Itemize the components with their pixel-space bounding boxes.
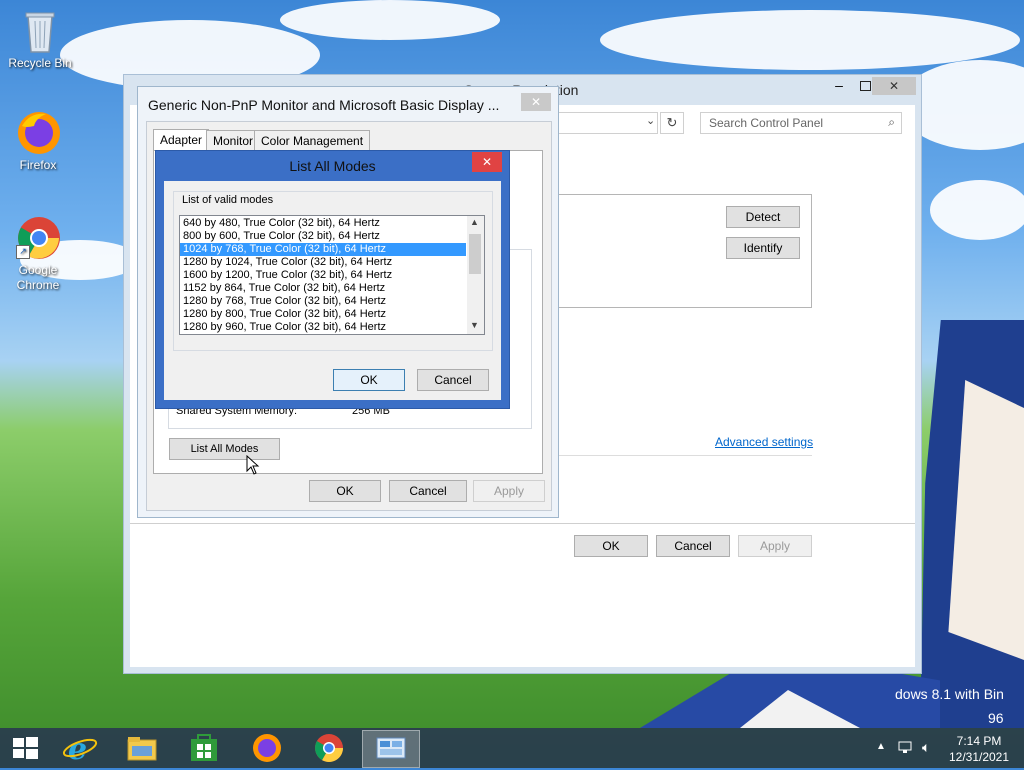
close-button[interactable]: ✕ [872,77,916,95]
svg-text:e: e [68,732,87,764]
desktop-icon-label: Firefox [19,158,57,172]
scroll-down-icon[interactable]: ▼ [470,320,479,330]
list-item[interactable]: 1280 by 768, True Color (32 bit), 64 Her… [180,295,466,308]
firefox-icon[interactable] [245,732,289,764]
search-input[interactable]: Search Control Panel ⌕ [700,112,902,134]
watermark-line2: 96 [988,710,1004,726]
list-item[interactable]: 1280 by 800, True Color (32 bit), 64 Her… [180,308,466,321]
watermark-line1: dows 8.1 with Bin [895,686,1004,702]
internet-explorer-icon[interactable]: e [58,732,102,767]
desktop-icon-recycle-bin[interactable]: Recycle Bin [2,8,78,70]
list-item[interactable]: 1600 by 1200, True Color (32 bit), 64 He… [180,269,466,282]
cancel-button[interactable]: Cancel [389,480,467,502]
detect-button[interactable]: Detect [726,206,800,228]
list-item[interactable]: 640 by 480, True Color (32 bit), 64 Hert… [180,217,466,230]
identify-button[interactable]: Identify [726,237,800,259]
chevron-down-icon[interactable]: ⌄ [646,114,655,127]
file-explorer-icon[interactable] [120,732,164,764]
divider [550,455,812,456]
desktop-icon-label: Recycle Bin [8,56,72,70]
apply-button[interactable]: Apply [473,480,545,502]
search-placeholder: Search Control Panel [709,116,824,130]
valid-modes-label: List of valid modes [180,194,276,206]
dialog-body: List of valid modes 640 by 480, True Col… [164,181,501,400]
ok-button[interactable]: OK [574,535,648,557]
control-panel-icon[interactable] [362,730,420,768]
list-item[interactable]: 1152 by 864, True Color (32 bit), 64 Her… [180,282,466,295]
list-all-modes-button[interactable]: List All Modes [169,438,280,460]
cancel-button[interactable]: Cancel [656,535,730,557]
dialog-title: List All Modes [289,158,376,174]
list-item[interactable]: 1280 by 960, True Color (32 bit), 64 Her… [180,321,466,334]
mouse-cursor-icon [246,454,260,478]
chrome-icon[interactable] [307,732,351,764]
chrome-icon: ↗ [16,215,60,259]
network-icon[interactable] [897,740,912,754]
footer-divider [130,523,915,524]
list-all-modes-dialog: List All Modes ✕ List of valid modes 640… [155,150,510,409]
minimize-button[interactable]: – [826,77,852,95]
clock-date[interactable]: 12/31/2021 [944,750,1014,764]
address-bar[interactable] [550,112,658,134]
list-item[interactable]: 1024 by 768, True Color (32 bit), 64 Her… [180,243,466,256]
desktop-icon-google-chrome[interactable]: ↗ Google Chrome [0,215,76,293]
volume-icon[interactable]: 🔈︎ [922,739,930,756]
recycle-bin-icon [18,8,62,53]
ok-button[interactable]: OK [333,369,405,391]
list-item[interactable]: 1280 by 1024, True Color (32 bit), 64 He… [180,256,466,269]
list-item[interactable]: 800 by 600, True Color (32 bit), 64 Hert… [180,230,466,243]
close-button[interactable]: ✕ [521,93,551,111]
store-icon[interactable] [182,732,226,764]
firefox-icon [16,110,60,154]
scrollbar[interactable]: ▲ ▼ [467,216,484,334]
start-button[interactable] [3,732,47,764]
refresh-icon[interactable]: ↻ [660,112,684,134]
dialog-title: Generic Non-PnP Monitor and Microsoft Ba… [148,97,500,113]
scroll-thumb[interactable] [469,234,481,274]
desktop-icon-firefox[interactable]: Firefox [0,110,76,172]
tab-monitor[interactable]: Monitor [206,130,261,151]
cloud [280,0,500,40]
show-hidden-icons-icon[interactable]: ▲ [876,741,886,752]
tab-adapter[interactable]: Adapter [153,129,210,151]
modes-listbox[interactable]: 640 by 480, True Color (32 bit), 64 Hert… [179,215,485,335]
clock-time[interactable]: 7:14 PM [944,734,1014,748]
scroll-up-icon[interactable]: ▲ [470,217,479,227]
cloud [930,180,1024,240]
desktop-icon-label: Google Chrome [16,263,60,292]
apply-button[interactable]: Apply [738,535,812,557]
close-button[interactable]: ✕ [472,152,502,172]
tab-color-management[interactable]: Color Management [254,130,371,151]
shortcut-arrow-icon: ↗ [16,245,30,259]
taskbar: e ▲ 🔈︎ 7:14 PM 12/31/2021 [0,728,1024,768]
search-icon: ⌕ [888,115,895,129]
ok-button[interactable]: OK [309,480,381,502]
cancel-button[interactable]: Cancel [417,369,489,391]
advanced-settings-link[interactable]: Advanced settings [715,435,813,449]
modes-list: 640 by 480, True Color (32 bit), 64 Hert… [180,217,466,334]
